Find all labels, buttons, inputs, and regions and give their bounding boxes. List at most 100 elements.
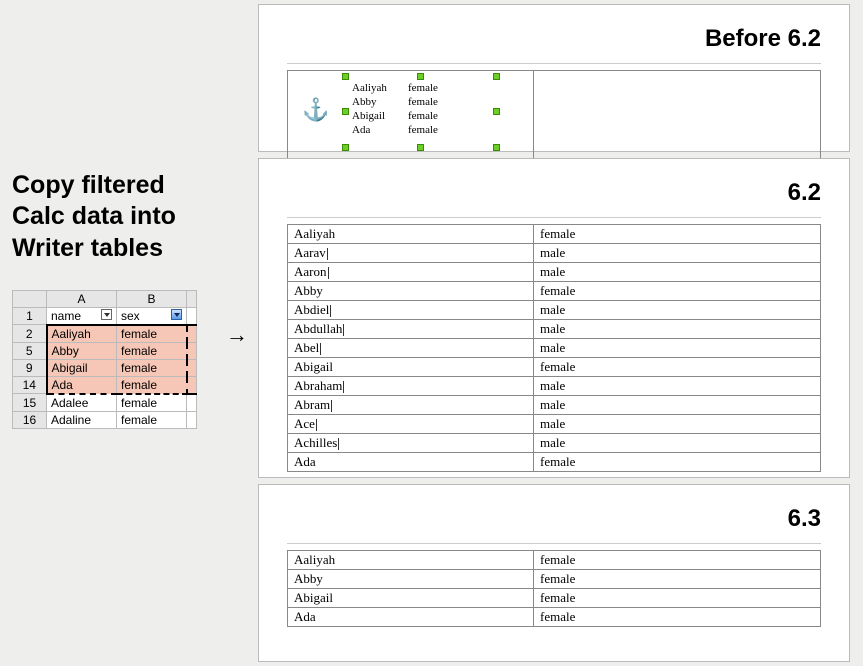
- calc-cell[interactable]: Aaliyah: [47, 325, 117, 343]
- resize-handle[interactable]: [342, 144, 349, 151]
- calc-cell[interactable]: Abby: [47, 342, 117, 359]
- text-cursor-icon: [328, 267, 329, 279]
- calc-col-header-extra: [187, 290, 197, 307]
- calc-cell[interactable]: female: [117, 325, 187, 343]
- panel-6-3: 6.3 AaliyahfemaleAbbyfemaleAbigailfemale…: [258, 484, 850, 662]
- resize-handle[interactable]: [417, 144, 424, 151]
- calc-cell[interactable]: Adalee: [47, 394, 117, 412]
- resize-handle[interactable]: [342, 108, 349, 115]
- table-row: Acemale: [288, 415, 821, 434]
- table-row: Abigailfemale: [288, 358, 821, 377]
- writer-cell[interactable]: Abdullah: [288, 320, 534, 339]
- calc-cell[interactable]: female: [117, 359, 187, 376]
- calc-cell[interactable]: Ada: [47, 376, 117, 394]
- resize-handle[interactable]: [493, 108, 500, 115]
- calc-row-header: 16: [13, 411, 47, 428]
- writer-cell[interactable]: Aaron: [288, 263, 534, 282]
- table-row: Abrahammale: [288, 377, 821, 396]
- writer-cell[interactable]: Abigail: [288, 358, 534, 377]
- ole-cell: Aaliyah: [352, 81, 408, 95]
- resize-handle[interactable]: [493, 144, 500, 151]
- text-cursor-icon: [343, 381, 344, 393]
- writer-cell[interactable]: male: [534, 263, 821, 282]
- writer-table-6-3: AaliyahfemaleAbbyfemaleAbigailfemaleAdaf…: [287, 550, 821, 627]
- writer-cell[interactable]: male: [534, 339, 821, 358]
- text-cursor-icon: [338, 438, 339, 450]
- ole-cell: female: [408, 109, 464, 123]
- writer-cell[interactable]: male: [534, 434, 821, 453]
- calc-header-name: name: [51, 309, 81, 323]
- writer-table-6-2: AaliyahfemaleAaravmaleAaronmaleAbbyfemal…: [287, 224, 821, 472]
- panel-title-6-2: 6.2: [287, 179, 821, 207]
- calc-empty-cell: [187, 394, 197, 412]
- table-row: Adafemale: [288, 608, 821, 627]
- calc-empty-cell: [187, 376, 197, 394]
- writer-cell[interactable]: Achilles: [288, 434, 534, 453]
- text-cursor-icon: [331, 400, 332, 412]
- calc-cell[interactable]: female: [117, 411, 187, 428]
- calc-cell[interactable]: female: [117, 342, 187, 359]
- writer-cell[interactable]: male: [534, 244, 821, 263]
- text-cursor-icon: [327, 248, 328, 260]
- table-row: Abbyfemale: [288, 282, 821, 301]
- calc-spreadsheet: A B 1 name sex 2Aaliyahfemale5Abbyfemale…: [12, 290, 197, 429]
- calc-cell[interactable]: female: [117, 394, 187, 412]
- writer-cell[interactable]: male: [534, 396, 821, 415]
- writer-cell[interactable]: Aaliyah: [288, 225, 534, 244]
- writer-cell[interactable]: female: [534, 589, 821, 608]
- panel-before-6-2: Before 6.2 ⚓ AaliyahfemaleAbbyfemaleAbig…: [258, 4, 850, 152]
- autofilter-icon[interactable]: [101, 309, 112, 320]
- writer-cell[interactable]: female: [534, 551, 821, 570]
- writer-cell[interactable]: Abram: [288, 396, 534, 415]
- writer-cell[interactable]: female: [534, 453, 821, 472]
- text-cursor-icon: [320, 343, 321, 355]
- writer-cell[interactable]: Ada: [288, 453, 534, 472]
- writer-cell[interactable]: female: [534, 608, 821, 627]
- panel-title-before: Before 6.2: [287, 25, 821, 53]
- writer-cell[interactable]: female: [534, 358, 821, 377]
- calc-header-sex: sex: [121, 309, 140, 323]
- writer-cell[interactable]: female: [534, 570, 821, 589]
- page-title: Copy filtered Calc data into Writer tabl…: [12, 170, 222, 264]
- calc-col-header-a: A: [47, 290, 117, 307]
- writer-cell[interactable]: Aaliyah: [288, 551, 534, 570]
- writer-cell[interactable]: female: [534, 282, 821, 301]
- table-row: Abdielmale: [288, 301, 821, 320]
- resize-handle[interactable]: [342, 73, 349, 80]
- calc-cell[interactable]: Abigail: [47, 359, 117, 376]
- table-row: Abdullahmale: [288, 320, 821, 339]
- table-row: Aaravmale: [288, 244, 821, 263]
- writer-cell[interactable]: Aarav: [288, 244, 534, 263]
- writer-cell[interactable]: Abby: [288, 282, 534, 301]
- calc-cell[interactable]: Adaline: [47, 411, 117, 428]
- divider: [287, 63, 821, 64]
- writer-table-before: ⚓ AaliyahfemaleAbbyfemaleAbigailfemaleAd…: [287, 70, 821, 159]
- writer-cell[interactable]: Abel: [288, 339, 534, 358]
- writer-cell[interactable]: Abby: [288, 570, 534, 589]
- writer-cell[interactable]: male: [534, 377, 821, 396]
- writer-cell[interactable]: male: [534, 301, 821, 320]
- table-row: Abbyfemale: [288, 570, 821, 589]
- calc-cell[interactable]: female: [117, 376, 187, 394]
- calc-corner-cell: [13, 290, 47, 307]
- resize-handle[interactable]: [417, 73, 424, 80]
- writer-cell[interactable]: female: [534, 225, 821, 244]
- table-row: Aaliyahfemale: [288, 225, 821, 244]
- ole-cell: Abigail: [352, 109, 408, 123]
- writer-cell[interactable]: Abigail: [288, 589, 534, 608]
- writer-cell[interactable]: male: [534, 320, 821, 339]
- table-row: Aaliyahfemale: [288, 551, 821, 570]
- ole-object-frame[interactable]: AaliyahfemaleAbbyfemaleAbigailfemaleAdaf…: [346, 77, 496, 147]
- resize-handle[interactable]: [493, 73, 500, 80]
- calc-row-header: 9: [13, 359, 47, 376]
- writer-cell[interactable]: Abdiel: [288, 301, 534, 320]
- writer-cell[interactable]: Ace: [288, 415, 534, 434]
- writer-cell[interactable]: Ada: [288, 608, 534, 627]
- text-cursor-icon: [316, 419, 317, 431]
- writer-cell[interactable]: male: [534, 415, 821, 434]
- table-row: Abelmale: [288, 339, 821, 358]
- autofilter-active-icon[interactable]: [171, 309, 182, 320]
- writer-cell[interactable]: Abraham: [288, 377, 534, 396]
- calc-col-header-b: B: [117, 290, 187, 307]
- anchor-icon: ⚓: [302, 97, 329, 123]
